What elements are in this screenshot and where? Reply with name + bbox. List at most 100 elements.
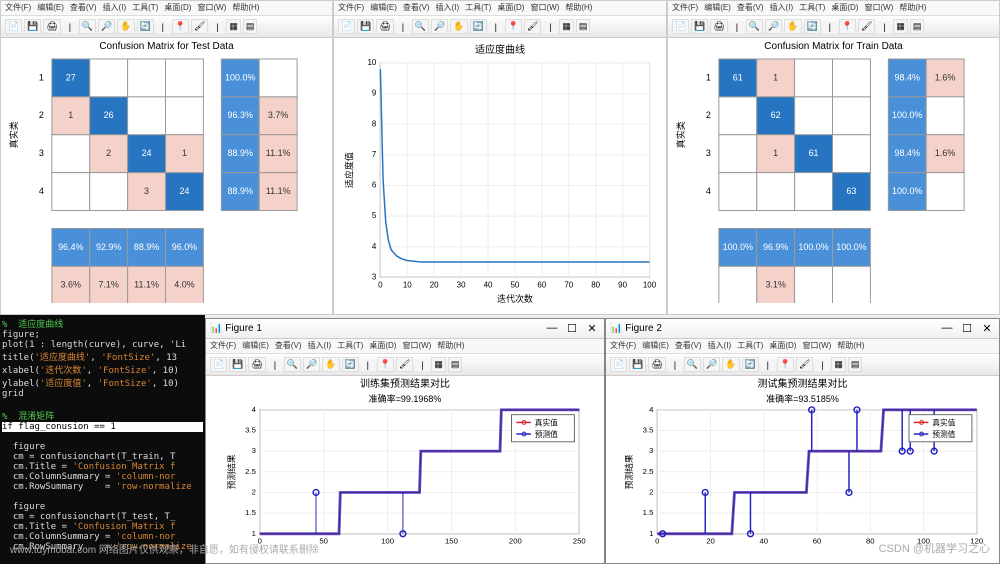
brush-icon[interactable]: 🖌 [858,19,875,34]
titlebar[interactable]: 📊 Figure 2 — ☐ ✕ [606,319,999,339]
brush-icon[interactable]: 🖌 [796,357,813,372]
toolbar[interactable]: 📄💾🖨|🔍🔎✋🔄|📍🖌|▦▤ [206,354,604,376]
menu-item[interactable]: 窗口(W) [402,340,431,352]
brush-icon[interactable]: 🖌 [524,19,541,34]
menu-item[interactable]: 桌面(D) [831,2,858,14]
menu-item[interactable]: 插入(I) [308,340,332,352]
menu-item[interactable]: 文件(F) [210,340,236,352]
menu-item[interactable]: 插入(I) [103,2,127,14]
close-button[interactable]: ✕ [584,322,600,335]
rotate-icon[interactable]: 🔄 [342,357,359,372]
menubar[interactable]: 文件(F) 编辑(E) 查看(V) 插入(I) 工具(T) 桌面(D) 窗口(W) 帮助(H) [1,1,332,16]
menu-item[interactable]: 文件(F) [5,2,31,14]
grid-icon[interactable]: ▦ [831,357,846,372]
legend-icon[interactable]: ▤ [910,19,925,34]
maximize-button[interactable]: ☐ [564,322,580,335]
data-cursor-icon[interactable]: 📍 [505,19,522,34]
menu-item[interactable]: 查看(V) [70,2,97,14]
zoom-in-icon[interactable]: 🔍 [284,357,301,372]
toolbar[interactable]: 📄💾🖨|🔍🔎✋🔄|📍🖌|▦▤ [668,16,999,38]
legend-icon[interactable]: ▤ [243,19,258,34]
print-icon[interactable]: 🖨 [710,19,727,34]
menu-item[interactable]: 编辑(E) [642,340,669,352]
file-icon[interactable]: 📄 [610,357,627,372]
zoom-out-icon[interactable]: 🔎 [703,357,720,372]
menu-item[interactable]: 帮助(H) [232,2,259,14]
menu-item[interactable]: 编辑(E) [242,340,269,352]
menu-item[interactable]: 查看(V) [275,340,302,352]
menu-item[interactable]: 编辑(E) [37,2,64,14]
titlebar[interactable]: 📊 Figure 1 — ☐ ✕ [206,319,604,339]
data-cursor-icon[interactable]: 📍 [377,357,394,372]
toolbar[interactable]: 📄💾🖨|🔍🔎✋🔄|📍🖌|▦▤ [1,16,332,38]
zoom-out-icon[interactable]: 🔎 [431,19,448,34]
data-cursor-icon[interactable]: 📍 [839,19,856,34]
menu-item[interactable]: 帮助(H) [837,340,864,352]
menu-item[interactable]: 插入(I) [708,340,732,352]
menu-item[interactable]: 工具(T) [337,340,363,352]
pan-icon[interactable]: ✋ [722,357,739,372]
menu-item[interactable]: 桌面(D) [164,2,191,14]
minimize-button[interactable]: — [544,322,560,335]
menu-item[interactable]: 查看(V) [675,340,702,352]
rotate-icon[interactable]: 🔄 [137,19,154,34]
save-icon[interactable]: 💾 [629,357,646,372]
menu-item[interactable]: 桌面(D) [769,340,796,352]
toolbar[interactable]: 📄💾🖨|🔍🔎✋🔄|📍🖌|▦▤ [606,354,999,376]
menu-item[interactable]: 窗口(W) [530,2,559,14]
menu-item[interactable]: 工具(T) [465,2,491,14]
grid-icon[interactable]: ▦ [431,357,446,372]
menubar[interactable]: 文件(F) 编辑(E) 查看(V) 插入(I) 工具(T) 桌面(D) 窗口(W) 帮助(H) [206,339,604,354]
data-cursor-icon[interactable]: 📍 [172,19,189,34]
rotate-icon[interactable]: 🔄 [742,357,759,372]
zoom-out-icon[interactable]: 🔎 [303,357,320,372]
menu-item[interactable]: 帮助(H) [437,340,464,352]
grid-icon[interactable]: ▦ [226,19,241,34]
zoom-in-icon[interactable]: 🔍 [412,19,429,34]
maximize-button[interactable]: ☐ [959,322,975,335]
grid-icon[interactable]: ▦ [559,19,574,34]
menubar[interactable]: 文件(F) 编辑(E) 查看(V) 插入(I) 工具(T) 桌面(D) 窗口(W) 帮助(H) [606,339,999,354]
menu-item[interactable]: 插入(I) [436,2,460,14]
legend-icon[interactable]: ▤ [448,357,463,372]
zoom-out-icon[interactable]: 🔎 [765,19,782,34]
save-icon[interactable]: 💾 [229,357,246,372]
legend-icon[interactable]: ▤ [576,19,591,34]
menu-item[interactable]: 帮助(H) [565,2,592,14]
minimize-button[interactable]: — [939,322,955,335]
pan-icon[interactable]: ✋ [117,19,134,34]
brush-icon[interactable]: 🖌 [396,357,413,372]
menu-item[interactable]: 工具(T) [132,2,158,14]
close-button[interactable]: ✕ [979,322,995,335]
print-icon[interactable]: 🖨 [376,19,393,34]
rotate-icon[interactable]: 🔄 [804,19,821,34]
menubar[interactable]: 文件(F)编辑(E)查看(V)插入(I)工具(T)桌面(D)窗口(W)帮助(H) [334,1,666,16]
print-icon[interactable]: 🖨 [248,357,265,372]
menu-item[interactable]: 查看(V) [737,2,764,14]
menu-item[interactable]: 桌面(D) [369,340,396,352]
pan-icon[interactable]: ✋ [450,19,467,34]
menu-item[interactable]: 帮助(H) [899,2,926,14]
file-icon[interactable]: 📄 [338,19,355,34]
save-icon[interactable]: 💾 [24,19,41,34]
menu-item[interactable]: 文件(F) [338,2,364,14]
brush-icon[interactable]: 🖌 [191,19,208,34]
zoom-out-icon[interactable]: 🔎 [98,19,115,34]
toolbar[interactable]: 📄💾🖨|🔍🔎✋🔄|📍🖌|▦▤ [334,16,666,38]
rotate-icon[interactable]: 🔄 [470,19,487,34]
legend-icon[interactable]: ▤ [848,357,863,372]
menu-item[interactable]: 窗口(W) [197,2,226,14]
menu-item[interactable]: 窗口(W) [802,340,831,352]
zoom-in-icon[interactable]: 🔍 [684,357,701,372]
menu-item[interactable]: 编辑(E) [704,2,731,14]
menu-item[interactable]: 文件(F) [610,340,636,352]
save-icon[interactable]: 💾 [357,19,374,34]
file-icon[interactable]: 📄 [5,19,22,34]
menu-item[interactable]: 编辑(E) [370,2,397,14]
menu-item[interactable]: 工具(T) [737,340,763,352]
menu-item[interactable]: 桌面(D) [497,2,524,14]
save-icon[interactable]: 💾 [691,19,708,34]
zoom-in-icon[interactable]: 🔍 [746,19,763,34]
menu-item[interactable]: 插入(I) [770,2,794,14]
pan-icon[interactable]: ✋ [784,19,801,34]
